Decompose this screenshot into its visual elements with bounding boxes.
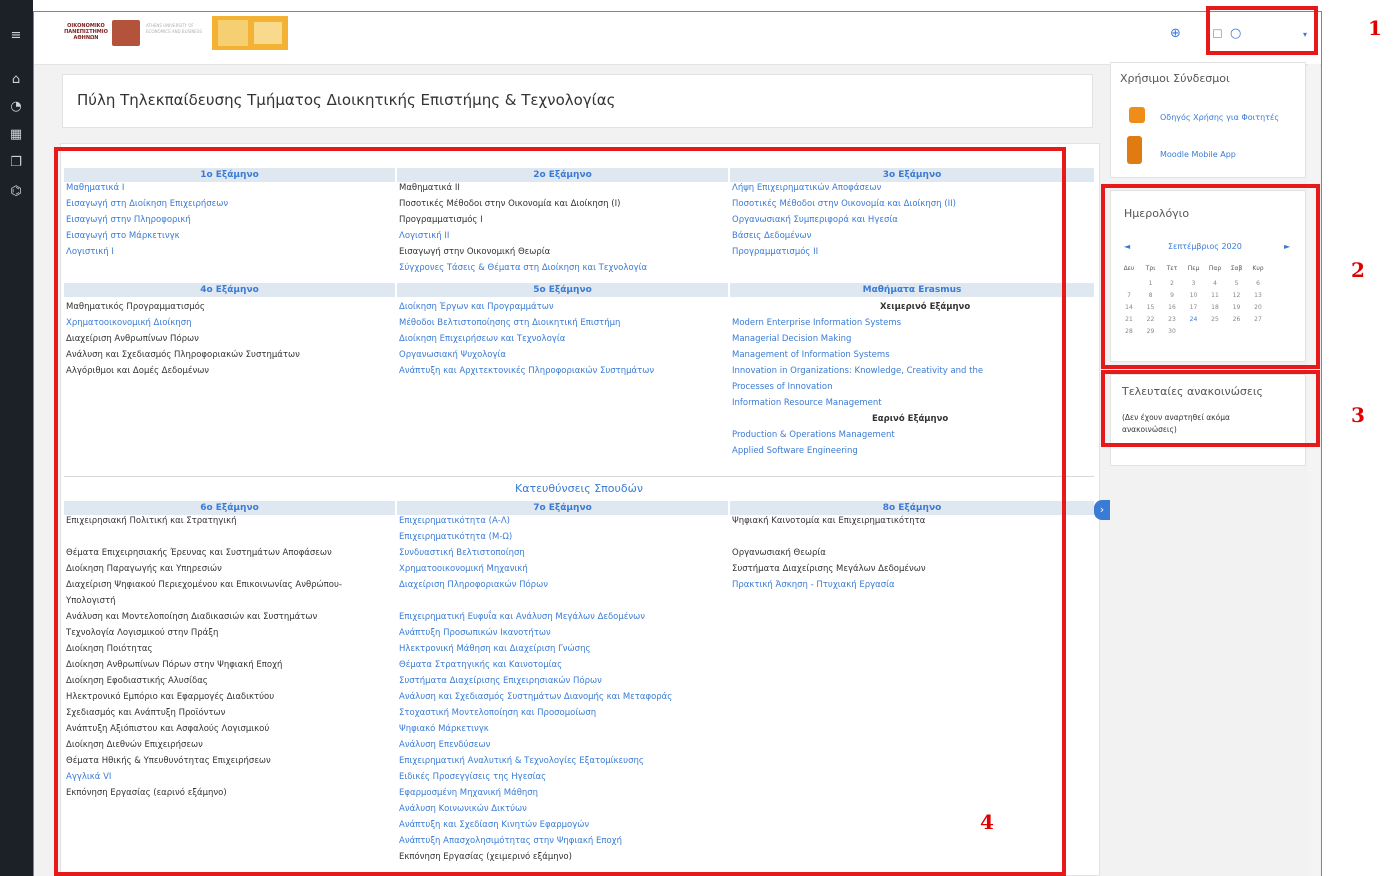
- calendar-icon[interactable]: ▦: [6, 126, 26, 144]
- logo-portrait: [112, 20, 140, 46]
- moodle-mobile-link[interactable]: Moodle Mobile App: [1160, 149, 1236, 160]
- home-icon[interactable]: ⌂: [6, 71, 26, 89]
- annotation-box-2: [1101, 184, 1320, 369]
- annotation-label-2: 2: [1351, 258, 1365, 282]
- mobile-app-icon[interactable]: [1127, 136, 1142, 164]
- university-logo[interactable]: ΟΙΚΟΝΟΜΙΚΟ ΠΑΝΕΠΙΣΤΗΜΙΟ ΑΘΗΝΩΝ ATHENS UN…: [62, 18, 204, 48]
- annotation-box-3: [1101, 370, 1320, 447]
- useful-links-title: Χρήσιμοι Σύνδεσμοι: [1120, 72, 1230, 85]
- collapse-drawer-chevron-icon[interactable]: ›: [1094, 500, 1110, 520]
- nav-drawer: ≡ ⌂ ◔ ▦ ❐ ⌬: [0, 0, 33, 876]
- guide-book-icon[interactable]: [1129, 107, 1145, 123]
- language-globe-icon[interactable]: ⊕: [1170, 26, 1181, 41]
- dept-logo-shape: [218, 20, 248, 46]
- annotation-box-1: [1206, 6, 1318, 55]
- logo-text-en: ATHENS UNIVERSITY OF ECONOMICS AND BUSIN…: [146, 23, 202, 34]
- annotation-label-1: 1: [1368, 16, 1382, 40]
- department-logo[interactable]: [212, 16, 288, 50]
- dashboard-icon[interactable]: ◔: [6, 98, 26, 116]
- annotation-box-4: [54, 147, 1066, 876]
- dept-logo-shape-2: [254, 22, 282, 44]
- student-guide-link[interactable]: Οδηγός Χρήσης για Φοιτητές: [1160, 112, 1279, 123]
- annotation-label-3: 3: [1351, 403, 1365, 427]
- annotation-label-4: 4: [980, 810, 994, 834]
- logo-text: ΟΙΚΟΝΟΜΙΚΟ ΠΑΝΕΠΙΣΤΗΜΙΟ ΑΘΗΝΩΝ: [64, 23, 108, 41]
- menu-icon[interactable]: ≡: [6, 27, 26, 45]
- page-title: Πύλη Τηλεκπαίδευσης Τμήματος Διοικητικής…: [77, 91, 616, 109]
- files-icon[interactable]: ❐: [6, 154, 26, 172]
- courses-icon[interactable]: ⌬: [6, 183, 26, 201]
